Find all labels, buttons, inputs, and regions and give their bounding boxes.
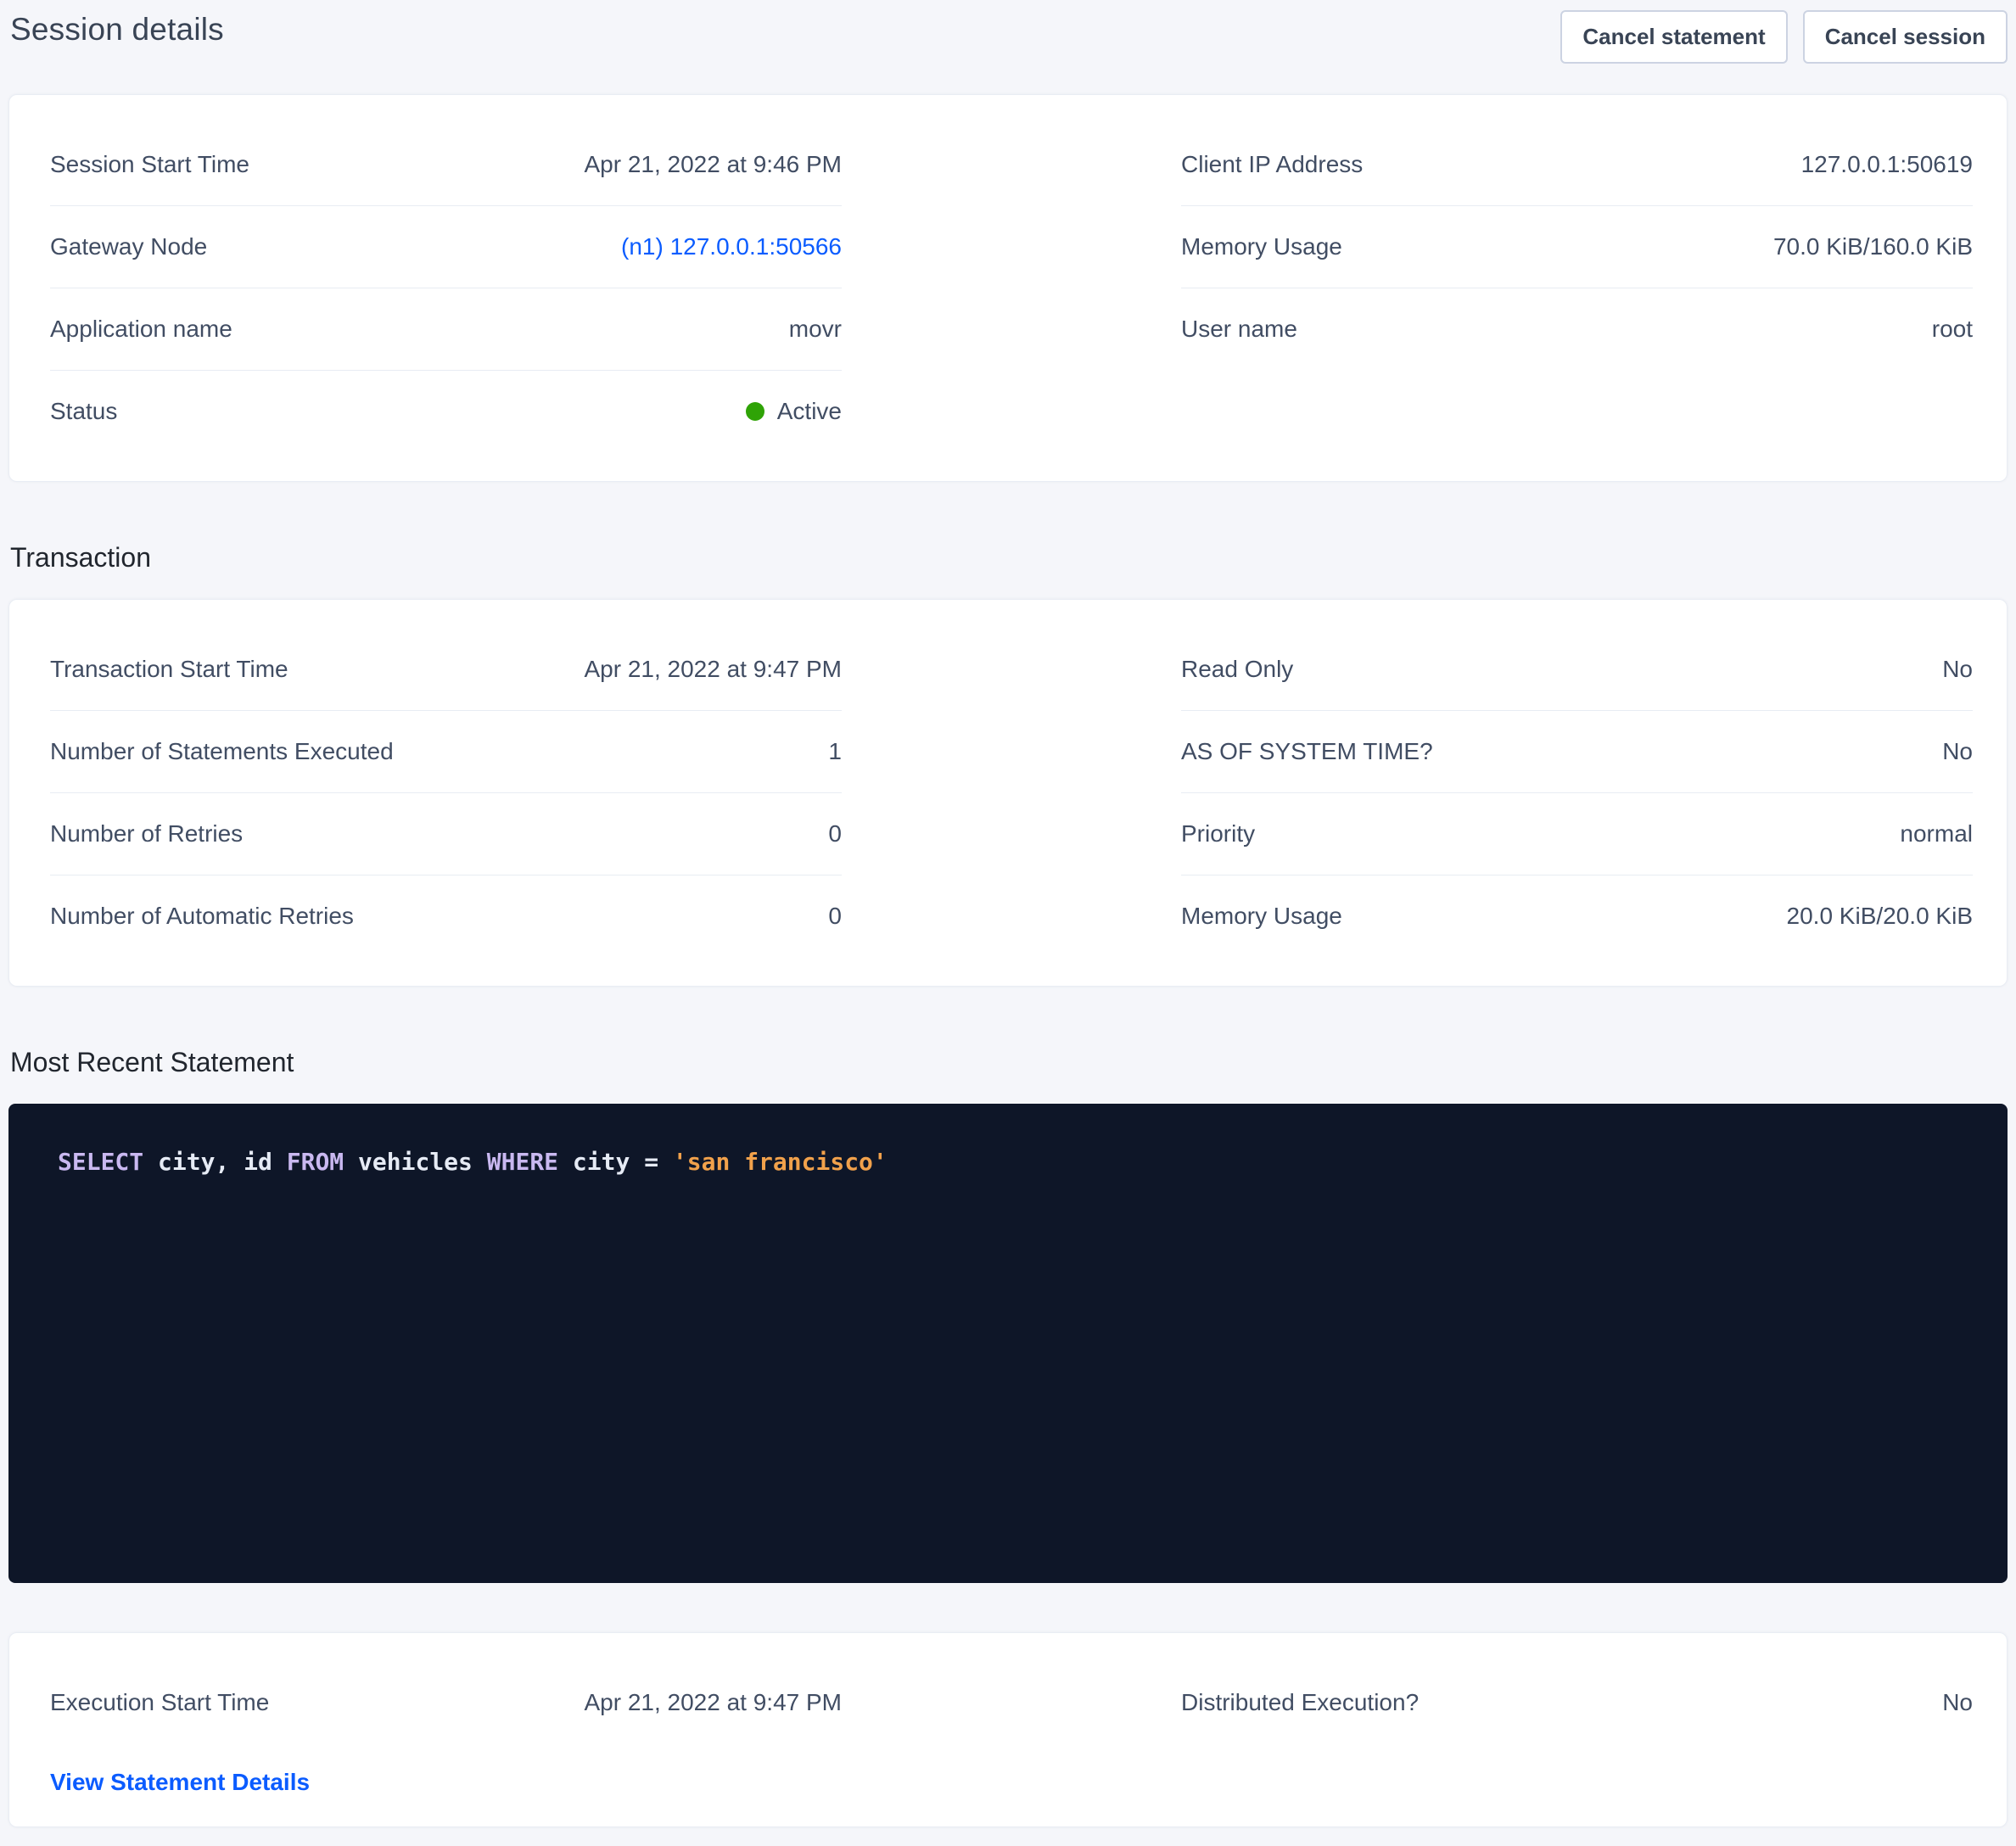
- session-start-time-value: Apr 21, 2022 at 9:46 PM: [584, 151, 842, 178]
- page-title: Session details: [10, 12, 224, 48]
- session-card-right-column: Client IP Address 127.0.0.1:50619 Memory U…: [1181, 124, 1973, 370]
- row-value-text: movr: [789, 316, 842, 343]
- memory-usage-value: 70.0 KiB/160.0 KiB: [1773, 233, 1973, 260]
- transaction-card-left-column: Transaction Start Time Apr 21, 2022 at 9:…: [50, 629, 842, 957]
- row-value-text: No: [1942, 738, 1973, 765]
- number-of-statements-executed-label: Number of Statements Executed: [50, 738, 394, 765]
- execution-summary-card: Execution Start Time Apr 21, 2022 at 9:47…: [8, 1632, 2008, 1827]
- cancel-statement-button[interactable]: Cancel statement: [1560, 10, 1787, 64]
- distributed-execution-value: No: [1942, 1689, 1973, 1716]
- application-name-value: movr: [789, 316, 842, 343]
- row-value-text: Active: [777, 398, 842, 425]
- user-name-row: User name root: [1181, 288, 1973, 370]
- row-value-text: 70.0 KiB/160.0 KiB: [1773, 233, 1973, 260]
- gateway-node-link[interactable]: (n1) 127.0.0.1:50566: [621, 233, 842, 260]
- priority-label: Priority: [1181, 820, 1255, 847]
- number-of-statements-executed-value: 1: [828, 738, 842, 765]
- transaction-start-time-value: Apr 21, 2022 at 9:47 PM: [584, 656, 842, 683]
- row-value-text: No: [1942, 1689, 1973, 1716]
- as-of-system-time-value: No: [1942, 738, 1973, 765]
- number-of-retries-value: 0: [828, 820, 842, 847]
- execution-start-time-value: Apr 21, 2022 at 9:47 PM: [584, 1689, 842, 1716]
- memory-usage-value: 20.0 KiB/20.0 KiB: [1787, 903, 1973, 930]
- client-ip-address-value: 127.0.0.1:50619: [1801, 151, 1973, 178]
- execution-card-left-column: Execution Start Time Apr 21, 2022 at 9:47…: [50, 1662, 842, 1798]
- execution-start-time-label: Execution Start Time: [50, 1689, 269, 1716]
- read-only-label: Read Only: [1181, 656, 1293, 683]
- row-value-text: 0: [828, 903, 842, 930]
- row-value-text: 1: [828, 738, 842, 765]
- most-recent-statement-heading: Most Recent Statement: [10, 1046, 2008, 1078]
- sql-statement: SELECT city, id FROM vehicles WHERE city…: [58, 1148, 888, 1176]
- gateway-node-row: Gateway Node (n1) 127.0.0.1:50566: [50, 206, 842, 288]
- sql-keyword-token: FROM: [287, 1148, 344, 1176]
- sql-keyword-token: WHERE: [487, 1148, 558, 1176]
- session-summary-card: Session Start Time Apr 21, 2022 at 9:46 P…: [8, 94, 2008, 482]
- transaction-start-time-label: Transaction Start Time: [50, 656, 288, 683]
- status-label: Status: [50, 398, 117, 425]
- row-value-text: No: [1942, 656, 1973, 683]
- row-value-text: (n1) 127.0.0.1:50566: [621, 233, 842, 260]
- sql-statement-box: SELECT city, id FROM vehicles WHERE city…: [8, 1104, 2008, 1583]
- status-value: Active: [746, 398, 842, 425]
- memory-usage-row: Memory Usage 20.0 KiB/20.0 KiB: [1181, 875, 1973, 957]
- session-start-time-label: Session Start Time: [50, 151, 249, 178]
- read-only-row: Read Only No: [1181, 629, 1973, 711]
- client-ip-address-label: Client IP Address: [1181, 151, 1363, 178]
- row-value-text: Apr 21, 2022 at 9:47 PM: [584, 656, 842, 683]
- gateway-node-label: Gateway Node: [50, 233, 207, 260]
- number-of-automatic-retries-label: Number of Automatic Retries: [50, 903, 354, 930]
- memory-usage-label: Memory Usage: [1181, 903, 1342, 930]
- transaction-heading: Transaction: [10, 541, 2008, 573]
- priority-row: Priority normal: [1181, 793, 1973, 875]
- row-value-text: Apr 21, 2022 at 9:46 PM: [584, 151, 842, 178]
- priority-value: normal: [1900, 820, 1973, 847]
- view-statement-details-row: View Statement Details: [50, 1743, 842, 1798]
- session-card-left-column: Session Start Time Apr 21, 2022 at 9:46 P…: [50, 124, 842, 452]
- as-of-system-time-label: AS OF SYSTEM TIME?: [1181, 738, 1433, 765]
- transaction-card-right-column: Read Only No AS OF SYSTEM TIME? No Priority n…: [1181, 629, 1973, 957]
- sql-plain-token: city =: [558, 1148, 673, 1176]
- session-start-time-row: Session Start Time Apr 21, 2022 at 9:46 P…: [50, 124, 842, 206]
- number-of-statements-executed-row: Number of Statements Executed 1: [50, 711, 842, 793]
- client-ip-address-row: Client IP Address 127.0.0.1:50619: [1181, 124, 1973, 206]
- user-name-value: root: [1932, 316, 1973, 343]
- sql-keyword-token: SELECT: [58, 1148, 143, 1176]
- execution-start-time-row: Execution Start Time Apr 21, 2022 at 9:47…: [50, 1662, 842, 1743]
- as-of-system-time-row: AS OF SYSTEM TIME? No: [1181, 711, 1973, 793]
- number-of-automatic-retries-row: Number of Automatic Retries 0: [50, 875, 842, 957]
- row-value-text: normal: [1900, 820, 1973, 847]
- sql-string-token: 'san francisco': [673, 1148, 888, 1176]
- execution-card-right-column: Distributed Execution? No: [1181, 1662, 1973, 1743]
- cancel-session-button[interactable]: Cancel session: [1803, 10, 2008, 64]
- status-row: Status Active: [50, 371, 842, 452]
- number-of-automatic-retries-value: 0: [828, 903, 842, 930]
- number-of-retries-row: Number of Retries 0: [50, 793, 842, 875]
- sql-plain-token: city, id: [143, 1148, 287, 1176]
- application-name-row: Application name movr: [50, 288, 842, 371]
- memory-usage-row: Memory Usage 70.0 KiB/160.0 KiB: [1181, 206, 1973, 288]
- execution-rows: Execution Start Time Apr 21, 2022 at 9:47…: [50, 1662, 842, 1743]
- header-actions: Cancel statement Cancel session: [1560, 10, 2008, 64]
- row-value-text: 20.0 KiB/20.0 KiB: [1787, 903, 1973, 930]
- page-header: Session details Cancel statement Cancel …: [8, 10, 2008, 64]
- sql-plain-token: vehicles: [344, 1148, 487, 1176]
- session-details-page: Session details Cancel statement Cancel …: [0, 0, 2016, 1844]
- view-statement-details-link[interactable]: View Statement Details: [50, 1769, 310, 1795]
- memory-usage-label: Memory Usage: [1181, 233, 1342, 260]
- active-status-icon: [746, 402, 764, 421]
- user-name-label: User name: [1181, 316, 1297, 343]
- distributed-execution-label: Distributed Execution?: [1181, 1689, 1419, 1716]
- row-value-text: root: [1932, 316, 1973, 343]
- row-value-text: 0: [828, 820, 842, 847]
- number-of-retries-label: Number of Retries: [50, 820, 243, 847]
- read-only-value: No: [1942, 656, 1973, 683]
- application-name-label: Application name: [50, 316, 232, 343]
- row-value-text: 127.0.0.1:50619: [1801, 151, 1973, 178]
- row-value-text: Apr 21, 2022 at 9:47 PM: [584, 1689, 842, 1716]
- transaction-summary-card: Transaction Start Time Apr 21, 2022 at 9:…: [8, 599, 2008, 987]
- distributed-execution-row: Distributed Execution? No: [1181, 1662, 1973, 1743]
- transaction-start-time-row: Transaction Start Time Apr 21, 2022 at 9:…: [50, 629, 842, 711]
